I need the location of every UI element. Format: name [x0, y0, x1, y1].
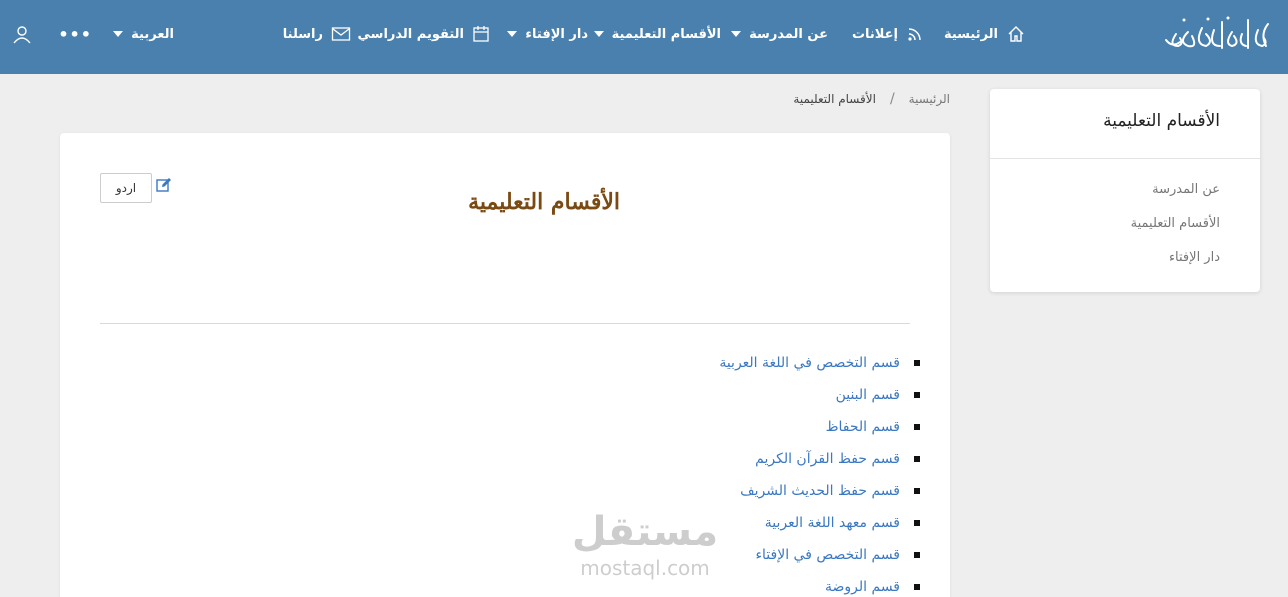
departments-list: قسم التخصص في اللغة العربية قسم البنين ق… — [719, 347, 920, 597]
sidebar-item-about[interactable]: عن المدرسة — [990, 181, 1220, 215]
nav-calendar[interactable]: التقويم الدراسي — [358, 22, 490, 46]
home-icon — [1008, 26, 1024, 42]
urdu-language-button[interactable]: اردو — [100, 173, 152, 203]
nav-announcements-label: إعلانات — [851, 26, 898, 42]
bullet-icon — [914, 424, 920, 430]
breadcrumb-home[interactable]: الرئيسية — [909, 92, 950, 106]
nav-about-label: عن المدرسة — [749, 26, 828, 42]
envelope-icon — [331, 27, 351, 41]
more-menu-button[interactable]: ••• — [58, 22, 92, 46]
caret-down-icon — [731, 31, 742, 37]
nav-fatwa[interactable]: دار الإفتاء — [507, 22, 588, 46]
department-link[interactable]: قسم البنين — [836, 387, 900, 403]
list-item: قسم معهد اللغة العربية — [719, 507, 920, 539]
department-link[interactable]: قسم الحفاظ — [826, 419, 900, 435]
list-item: قسم الحفاظ — [719, 411, 920, 443]
bullet-icon — [914, 360, 920, 366]
content-card: اردو الأقسام التعليمية قسم التخصص في الل… — [60, 133, 950, 597]
user-account-button[interactable] — [12, 22, 32, 46]
department-link[interactable]: قسم الروضة — [825, 579, 900, 595]
sidebar: الأقسام التعليمية عن المدرسة الأقسام الت… — [990, 89, 1260, 292]
nav-contact-label: راسلنا — [282, 26, 323, 42]
bullet-icon — [914, 392, 920, 398]
bullet-icon — [914, 552, 920, 558]
bullet-icon — [914, 488, 920, 494]
sidebar-title: الأقسام التعليمية — [990, 89, 1260, 159]
list-item: قسم التخصص في الإفتاء — [719, 539, 920, 571]
nav-about[interactable]: عن المدرسة — [731, 22, 828, 46]
site-logo[interactable]: مدرسة ابن عباس — [1158, 10, 1276, 60]
nav-home[interactable]: الرئيسية — [944, 22, 1026, 46]
nav-departments[interactable]: الأقسام التعليمية — [593, 22, 721, 46]
sidebar-item-fatwa[interactable]: دار الإفتاء — [990, 249, 1220, 283]
department-link[interactable]: قسم حفظ القرآن الكريم — [755, 451, 900, 467]
sidebar-item-departments[interactable]: الأقسام التعليمية — [990, 215, 1220, 249]
bullet-icon — [914, 456, 920, 462]
language-label: العربية — [131, 26, 174, 42]
language-selector[interactable]: العربية — [113, 22, 174, 46]
department-link[interactable]: قسم حفظ الحديث الشريف — [740, 483, 900, 499]
caret-down-icon — [113, 31, 124, 37]
calendar-icon — [473, 26, 489, 42]
more-icon: ••• — [58, 24, 92, 44]
page-title: الأقسام التعليمية — [468, 189, 620, 215]
caret-down-icon — [593, 31, 604, 37]
top-navbar: مدرسة ابن عباس الرئيسية إعلانات عن المدر… — [0, 0, 1288, 74]
department-link[interactable]: قسم التخصص في اللغة العربية — [719, 355, 900, 371]
list-item: قسم الروضة — [719, 571, 920, 597]
breadcrumb-current: الأقسام التعليمية — [793, 92, 876, 106]
user-icon — [13, 26, 31, 44]
bullet-icon — [914, 584, 920, 590]
breadcrumb-separator: / — [889, 91, 895, 107]
nav-contact[interactable]: راسلنا — [283, 22, 351, 46]
sidebar-links: عن المدرسة الأقسام التعليمية دار الإفتاء — [990, 159, 1260, 283]
nav-departments-label: الأقسام التعليمية — [611, 26, 721, 42]
nav-announcements[interactable]: إعلانات — [852, 22, 924, 46]
breadcrumb: الرئيسية / الأقسام التعليمية — [793, 91, 950, 107]
caret-down-icon — [507, 31, 518, 37]
department-link[interactable]: قسم التخصص في الإفتاء — [755, 547, 900, 563]
list-item: قسم التخصص في اللغة العربية — [719, 347, 920, 379]
rss-icon — [908, 28, 921, 41]
list-item: قسم حفظ الحديث الشريف — [719, 475, 920, 507]
nav-calendar-label: التقويم الدراسي — [357, 26, 464, 42]
bullet-icon — [914, 520, 920, 526]
list-item: قسم حفظ القرآن الكريم — [719, 443, 920, 475]
divider — [100, 323, 910, 324]
edit-icon[interactable] — [156, 177, 172, 193]
nav-fatwa-label: دار الإفتاء — [525, 26, 588, 42]
nav-home-label: الرئيسية — [943, 26, 998, 42]
list-item: قسم البنين — [719, 379, 920, 411]
department-link[interactable]: قسم معهد اللغة العربية — [765, 515, 900, 531]
